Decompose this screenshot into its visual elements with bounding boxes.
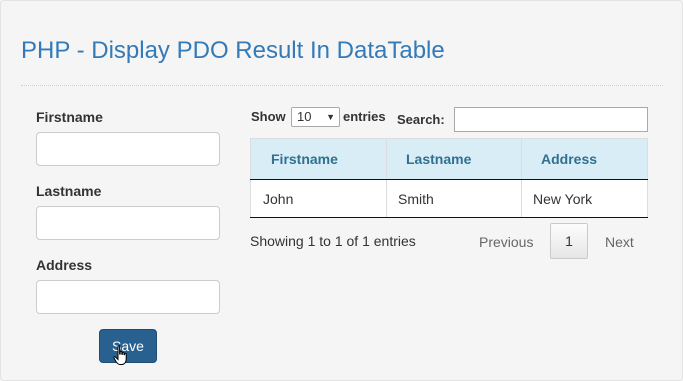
search-label: Search: bbox=[397, 112, 445, 127]
search-input[interactable] bbox=[454, 107, 648, 132]
cell-address: New York bbox=[521, 179, 648, 218]
firstname-label: Firstname bbox=[36, 109, 103, 125]
panel: PHP - Display PDO Result In DataTable Fi… bbox=[0, 0, 683, 381]
page-title: PHP - Display PDO Result In DataTable bbox=[21, 37, 445, 64]
entries-label: entries bbox=[343, 109, 386, 124]
hand-pointer-icon bbox=[113, 345, 127, 365]
lastname-label: Lastname bbox=[36, 183, 102, 199]
cell-firstname: John bbox=[250, 179, 387, 218]
page-1-button[interactable]: 1 bbox=[550, 223, 588, 259]
table-info: Showing 1 to 1 of 1 entries bbox=[250, 233, 416, 249]
next-page-button[interactable]: Next bbox=[605, 234, 634, 250]
page-length-value: 10 bbox=[297, 109, 312, 124]
column-header-address[interactable]: Address bbox=[521, 138, 648, 180]
previous-page-button[interactable]: Previous bbox=[479, 234, 533, 250]
address-label: Address bbox=[36, 257, 93, 273]
firstname-input[interactable] bbox=[36, 132, 220, 166]
column-header-lastname[interactable]: Lastname bbox=[386, 138, 522, 180]
show-label: Show bbox=[251, 109, 286, 124]
table-header-row: Firstname Lastname Address bbox=[250, 138, 648, 180]
column-header-firstname[interactable]: Firstname bbox=[250, 138, 387, 180]
address-input[interactable] bbox=[36, 280, 220, 314]
divider bbox=[21, 85, 663, 86]
table-row: John Smith New York bbox=[250, 179, 648, 218]
lastname-input[interactable] bbox=[36, 206, 220, 240]
cell-lastname: Smith bbox=[386, 179, 522, 218]
caret-down-icon: ▼ bbox=[326, 112, 335, 122]
page-length-select[interactable]: 10 ▼ bbox=[291, 107, 340, 127]
data-table: Firstname Lastname Address John Smith Ne… bbox=[250, 138, 648, 218]
